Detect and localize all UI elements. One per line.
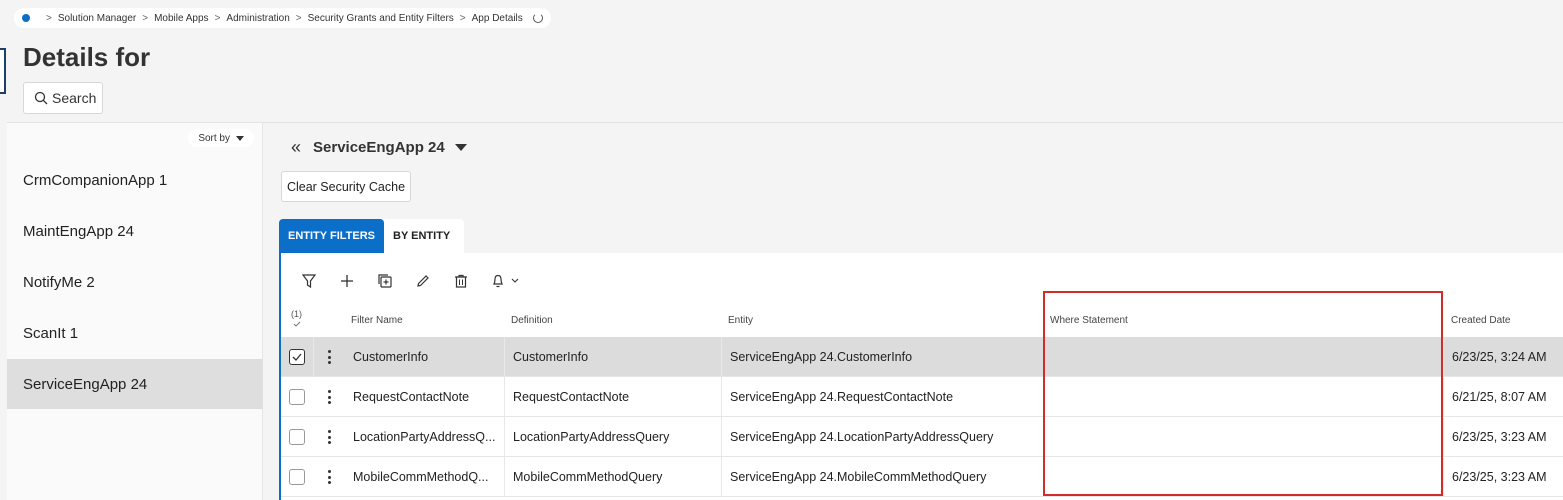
sidebar-item-maintengapp[interactable]: MaintEngApp 24 bbox=[7, 206, 263, 256]
refresh-icon[interactable] bbox=[532, 13, 543, 23]
sidebar-item-serviceengapp[interactable]: ServiceEngApp 24 bbox=[7, 359, 263, 409]
breadcrumb: > Solution Manager > Mobile Apps > Admin… bbox=[14, 8, 551, 28]
row-checkbox[interactable] bbox=[289, 389, 305, 405]
cell-filter-name: MobileCommMethodQ... bbox=[345, 457, 505, 497]
cell-where-statement bbox=[1044, 457, 1444, 497]
row-menu-icon[interactable] bbox=[321, 389, 337, 405]
sort-by-label: Sort by bbox=[198, 132, 230, 144]
cell-entity: ServiceEngApp 24.CustomerInfo bbox=[722, 337, 1044, 377]
navigator-toggle[interactable] bbox=[0, 48, 6, 94]
cell-filter-name: LocationPartyAddressQ... bbox=[345, 417, 505, 457]
sort-by-button[interactable]: Sort by bbox=[188, 129, 254, 147]
table-row[interactable]: CustomerInfo CustomerInfo ServiceEngApp … bbox=[281, 337, 1563, 377]
duplicate-icon[interactable] bbox=[375, 271, 395, 291]
breadcrumb-solution-manager[interactable]: Solution Manager bbox=[58, 13, 136, 24]
column-header-filter-name[interactable]: Filter Name bbox=[351, 315, 403, 326]
cell-created-date: 6/23/25, 3:24 AM bbox=[1452, 350, 1547, 364]
cell-where-statement bbox=[1044, 337, 1444, 377]
cell-definition: MobileCommMethodQuery bbox=[505, 457, 722, 497]
app-dropdown-icon[interactable] bbox=[454, 144, 467, 151]
column-header-definition[interactable]: Definition bbox=[511, 315, 553, 326]
breadcrumb-mobile-apps[interactable]: Mobile Apps bbox=[154, 13, 208, 24]
cell-entity: ServiceEngApp 24.LocationPartyAddressQue… bbox=[722, 417, 1044, 457]
column-header-created-date[interactable]: Created Date bbox=[1451, 315, 1510, 326]
table-row[interactable]: RequestContactNote RequestContactNote Se… bbox=[281, 377, 1563, 417]
table-row[interactable]: MobileCommMethodQ... MobileCommMethodQue… bbox=[281, 457, 1563, 497]
cell-definition: LocationPartyAddressQuery bbox=[505, 417, 722, 457]
cell-where-statement bbox=[1044, 377, 1444, 417]
cell-filter-name: CustomerInfo bbox=[345, 337, 505, 377]
app-list-sidebar: Sort by CrmCompanionApp 1 MaintEngApp 24… bbox=[7, 123, 263, 500]
clear-security-cache-button[interactable]: Clear Security Cache bbox=[281, 171, 411, 202]
collapse-left-icon[interactable]: « bbox=[291, 137, 301, 158]
row-menu-icon[interactable] bbox=[321, 349, 337, 365]
tab-bar: ENTITY FILTERS BY ENTITY bbox=[279, 219, 464, 253]
tab-by-entity[interactable]: BY ENTITY bbox=[384, 219, 464, 253]
page-title: Details for bbox=[23, 42, 151, 72]
cell-definition: RequestContactNote bbox=[505, 377, 722, 417]
app-header: « ServiceEngApp 24 bbox=[291, 137, 467, 158]
main-content: « ServiceEngApp 24 Clear Security Cache … bbox=[263, 123, 1563, 500]
row-checkbox[interactable] bbox=[289, 429, 305, 445]
row-menu-icon[interactable] bbox=[321, 469, 337, 485]
cell-filter-name: RequestContactNote bbox=[345, 377, 505, 417]
row-checkbox[interactable] bbox=[289, 469, 305, 485]
search-button[interactable]: Search bbox=[23, 82, 103, 114]
sidebar-item-notifyme[interactable]: NotifyMe 2 bbox=[7, 257, 263, 307]
filter-icon[interactable] bbox=[299, 271, 319, 291]
table-row[interactable]: LocationPartyAddressQ... LocationPartyAd… bbox=[281, 417, 1563, 457]
check-small-icon bbox=[293, 321, 300, 327]
cell-where-statement bbox=[1044, 417, 1444, 457]
plus-icon[interactable] bbox=[337, 271, 357, 291]
column-header-entity[interactable]: Entity bbox=[728, 315, 753, 326]
search-label: Search bbox=[52, 90, 97, 106]
search-icon bbox=[34, 91, 48, 105]
cell-created-date: 6/21/25, 8:07 AM bbox=[1452, 390, 1547, 404]
breadcrumb-administration[interactable]: Administration bbox=[226, 13, 289, 24]
cell-entity: ServiceEngApp 24.MobileCommMethodQuery bbox=[722, 457, 1044, 497]
breadcrumb-app-details: App Details bbox=[471, 12, 523, 24]
pencil-icon[interactable] bbox=[413, 271, 433, 291]
breadcrumb-security-grants[interactable]: Security Grants and Entity Filters bbox=[308, 13, 454, 24]
selection-count: (1) bbox=[291, 309, 302, 329]
row-menu-icon[interactable] bbox=[321, 429, 337, 445]
column-header-where-statement[interactable]: Where Statement bbox=[1050, 315, 1128, 326]
cell-created-date: 6/23/25, 3:23 AM bbox=[1452, 430, 1547, 444]
cell-created-date: 6/23/25, 3:23 AM bbox=[1452, 470, 1547, 484]
app-name: ServiceEngApp 24 bbox=[313, 139, 445, 156]
cell-entity: ServiceEngApp 24.RequestContactNote bbox=[722, 377, 1044, 417]
row-checkbox[interactable] bbox=[289, 349, 305, 365]
sidebar-item-crmcompanionapp[interactable]: CrmCompanionApp 1 bbox=[7, 155, 263, 205]
sidebar-item-scanit[interactable]: ScanIt 1 bbox=[7, 308, 263, 358]
bell-icon[interactable] bbox=[489, 271, 525, 291]
trash-icon[interactable] bbox=[451, 271, 471, 291]
home-dot-icon[interactable] bbox=[22, 14, 30, 22]
entity-filters-panel: (1) Filter Name Definition Entity Where … bbox=[279, 253, 1563, 500]
tab-entity-filters[interactable]: ENTITY FILTERS bbox=[279, 219, 384, 253]
checkmark-icon bbox=[292, 353, 302, 361]
caret-down-icon bbox=[236, 135, 244, 141]
table-toolbar bbox=[299, 271, 543, 291]
cell-definition: CustomerInfo bbox=[505, 337, 722, 377]
